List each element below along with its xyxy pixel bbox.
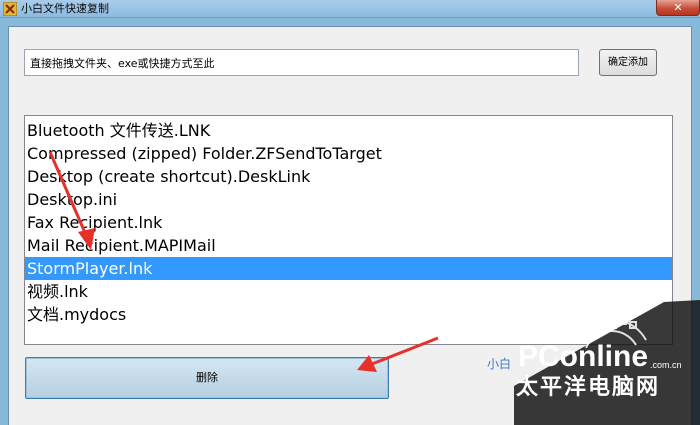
watermark-brand: PConline (518, 340, 648, 373)
app-icon (3, 2, 17, 16)
title-bar: 小白文件快速复制 ✕ (0, 0, 700, 18)
watermark-domain: .com.cn (650, 360, 682, 370)
drop-path-input[interactable] (24, 49, 579, 76)
list-item[interactable]: Compressed (zipped) Folder.ZFSendToTarge… (25, 142, 672, 165)
list-item[interactable]: Mail Recipient.MAPIMail (25, 234, 672, 257)
window-title: 小白文件快速复制 (21, 2, 109, 15)
list-item[interactable]: Fax Recipient.lnk (25, 211, 672, 234)
list-item[interactable]: Bluetooth 文件传送.LNK (25, 119, 672, 142)
list-item[interactable]: Desktop (create shortcut).DeskLink (25, 165, 672, 188)
list-item[interactable]: Desktop.ini (25, 188, 672, 211)
pconline-watermark: PConline .com.cn 太平洋电脑网 (514, 300, 700, 425)
footer-label: 小白 (487, 357, 512, 371)
list-item[interactable]: StormPlayer.lnk (25, 257, 672, 280)
close-button[interactable]: ✕ (656, 0, 700, 16)
watermark-cn-name: 太平洋电脑网 (516, 374, 660, 400)
confirm-add-button[interactable]: 确定添加 (599, 49, 657, 76)
delete-button[interactable]: 删除 (25, 357, 389, 399)
